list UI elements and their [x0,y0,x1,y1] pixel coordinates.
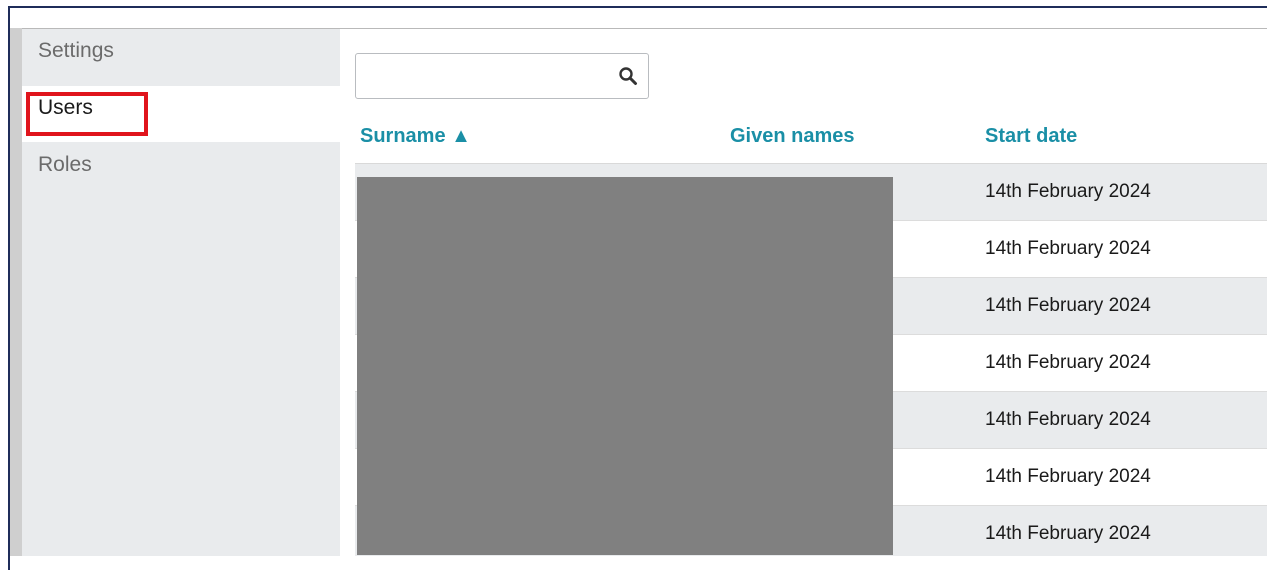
start-date-cell: 14th February 2024 [985,181,1151,202]
main-content: Surname ▲ Given names Start date 14th Fe… [340,29,1267,563]
search-box [355,53,649,99]
column-header-start-date[interactable]: Start date [985,125,1077,148]
start-date-cell: 14th February 2024 [985,466,1151,487]
column-header-given-names[interactable]: Given names [730,125,855,148]
column-header-surname[interactable]: Surname ▲ [360,125,471,148]
search-icon[interactable] [618,66,638,86]
sidebar-item-label: Settings [38,39,114,62]
sidebar-item-roles[interactable]: Roles [22,143,340,199]
table-header: Surname ▲ Given names Start date [355,121,1267,164]
sidebar-item-label: Users [38,96,93,119]
bottom-edge [10,556,1267,570]
sidebar-item-users[interactable]: Users [22,86,340,142]
sidebar-item-label: Roles [38,153,92,176]
start-date-cell: 14th February 2024 [985,238,1151,259]
left-rail [10,28,22,556]
search-input[interactable] [364,62,618,92]
start-date-cell: 14th February 2024 [985,409,1151,430]
top-bar [10,8,1267,29]
start-date-cell: 14th February 2024 [985,352,1151,373]
start-date-cell: 14th February 2024 [985,523,1151,544]
sidebar: Settings Users Roles [22,29,340,556]
redaction-block [357,177,893,555]
start-date-cell: 14th February 2024 [985,295,1151,316]
app-frame: Settings Users Roles Surname ▲ Given nam… [8,6,1267,570]
sidebar-item-settings[interactable]: Settings [22,29,340,85]
